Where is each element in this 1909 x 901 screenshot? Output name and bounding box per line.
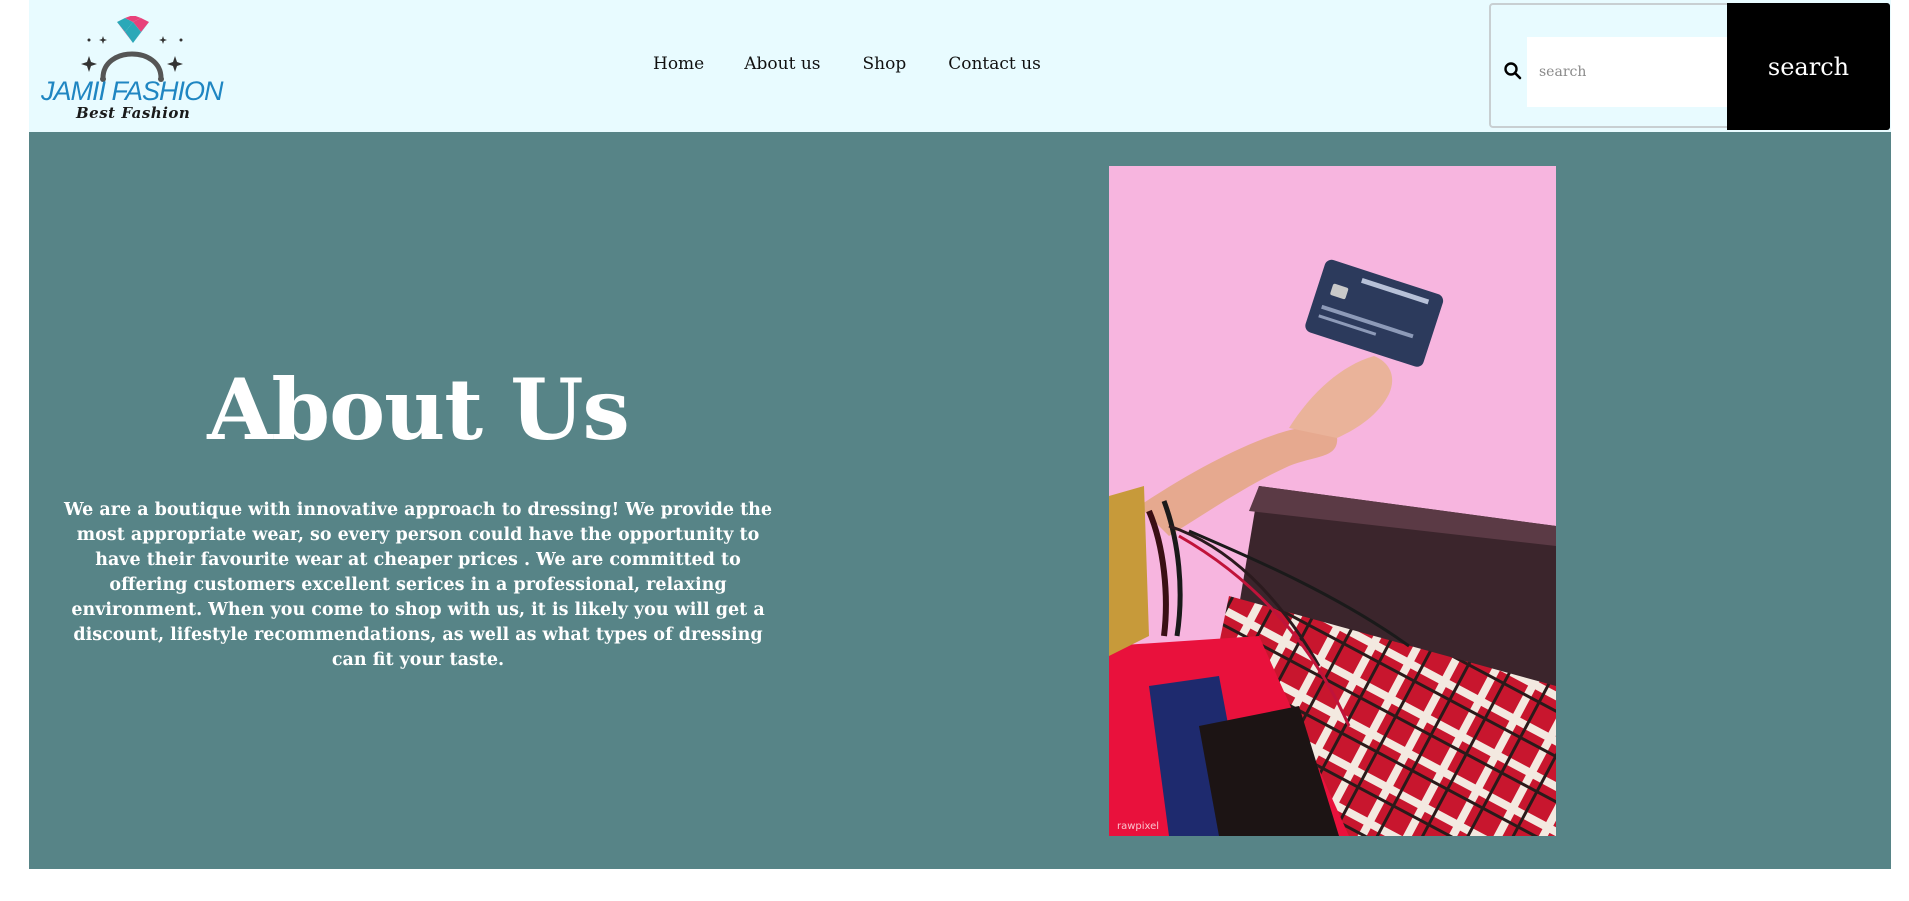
nav-item-home[interactable]: Home	[653, 54, 704, 74]
about-section: About Us We are a boutique with innovati…	[29, 132, 1891, 869]
search-input[interactable]	[1527, 37, 1727, 107]
site-header: JAMII FASHION Best Fashion Home About us…	[29, 0, 1891, 132]
shopping-illustration	[1109, 166, 1556, 836]
nav-item-about-us[interactable]: About us	[744, 54, 820, 74]
search-icon	[1504, 62, 1522, 80]
nav-item-shop[interactable]: Shop	[863, 54, 907, 74]
shopping-photo: rawpixel	[1109, 166, 1556, 836]
main-nav: Home About us Shop Contact us	[653, 54, 1041, 74]
search-button[interactable]: search	[1727, 3, 1890, 130]
brand-name: JAMII FASHION	[41, 76, 224, 106]
page-title: About Us	[207, 360, 630, 459]
image-watermark: rawpixel	[1117, 821, 1160, 832]
search-form: search	[1489, 3, 1890, 130]
logo[interactable]: JAMII FASHION Best Fashion	[41, 16, 224, 126]
nav-item-contact-us[interactable]: Contact us	[948, 54, 1041, 74]
brand-tagline: Best Fashion	[76, 104, 191, 122]
about-description: We are a boutique with innovative approa…	[63, 500, 773, 670]
